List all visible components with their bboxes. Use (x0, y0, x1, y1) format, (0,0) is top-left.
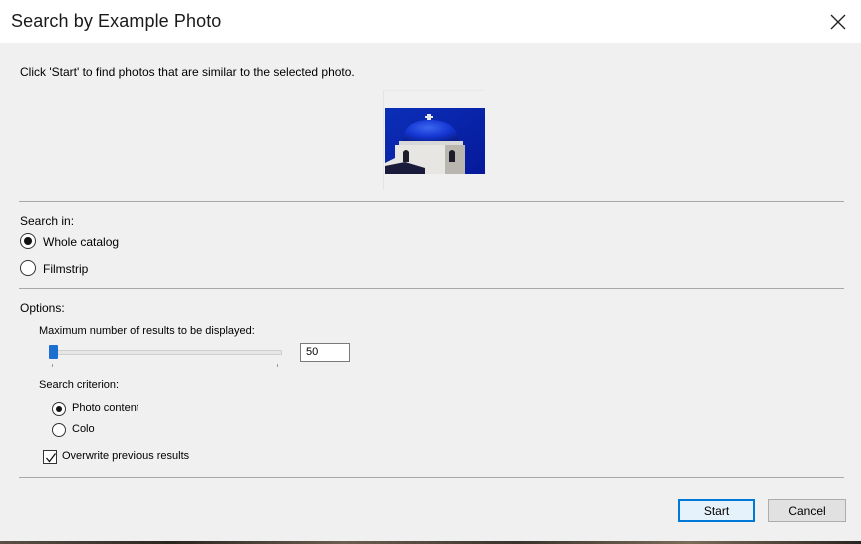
radio-whole-catalog[interactable] (20, 233, 36, 249)
search-in-label: Search in: (20, 214, 75, 228)
max-results-input[interactable]: 50 (300, 343, 350, 362)
separator-2 (19, 288, 844, 289)
radio-photo-content[interactable] (52, 402, 66, 416)
options-label: Options: (20, 301, 65, 315)
slider-tick-min (52, 364, 53, 367)
radio-color-label: Color (72, 423, 95, 435)
selected-photo-thumbnail (385, 108, 485, 174)
separator-1 (19, 201, 844, 202)
cancel-button[interactable]: Cancel (768, 499, 846, 522)
close-button[interactable] (815, 0, 861, 43)
selected-photo-frame (383, 90, 485, 190)
start-button[interactable]: Start (678, 499, 755, 522)
search-criterion-label: Search criterion: (39, 379, 120, 391)
radio-color[interactable] (52, 423, 66, 437)
max-results-slider-handle[interactable] (49, 345, 58, 359)
radio-filmstrip[interactable] (20, 260, 36, 276)
title-bar: Search by Example Photo (0, 0, 861, 43)
overwrite-label: Overwrite previous results (62, 450, 190, 462)
checkmark-icon (46, 453, 57, 463)
close-icon (830, 14, 846, 29)
radio-whole-catalog-label: Whole catalog (43, 235, 119, 249)
overwrite-checkbox[interactable] (43, 450, 57, 464)
max-results-label: Maximum number of results to be displaye… (39, 325, 255, 337)
max-results-slider-track[interactable] (52, 350, 282, 355)
radio-photo-content-label: Photo content (72, 402, 138, 414)
separator-3 (19, 477, 844, 478)
radio-filmstrip-label: Filmstrip (43, 262, 88, 276)
dialog-title: Search by Example Photo (11, 11, 222, 31)
instruction-text: Click 'Start' to find photos that are si… (20, 65, 355, 79)
slider-tick-max (277, 364, 278, 367)
